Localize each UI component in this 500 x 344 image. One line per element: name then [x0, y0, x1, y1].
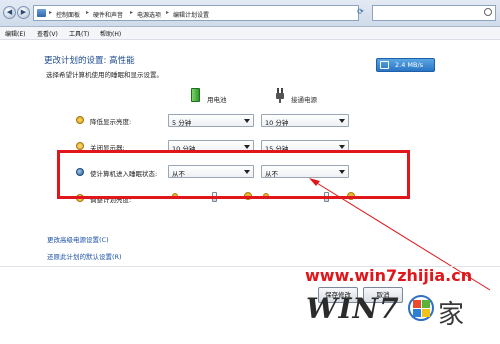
restore-defaults-link[interactable]: 还原此计划的默认设置(R) — [47, 251, 122, 261]
watermark-logo-text: WIN7 — [306, 292, 400, 325]
watermark-logo-char: 家 — [438, 300, 465, 330]
advanced-settings-link[interactable]: 更改高级电源设置(C) — [47, 234, 109, 244]
watermark-logo: WIN7 家 — [306, 290, 476, 330]
watermark-url: www.win7zhijia.cn — [305, 266, 473, 285]
windows-flag-icon — [408, 295, 434, 321]
